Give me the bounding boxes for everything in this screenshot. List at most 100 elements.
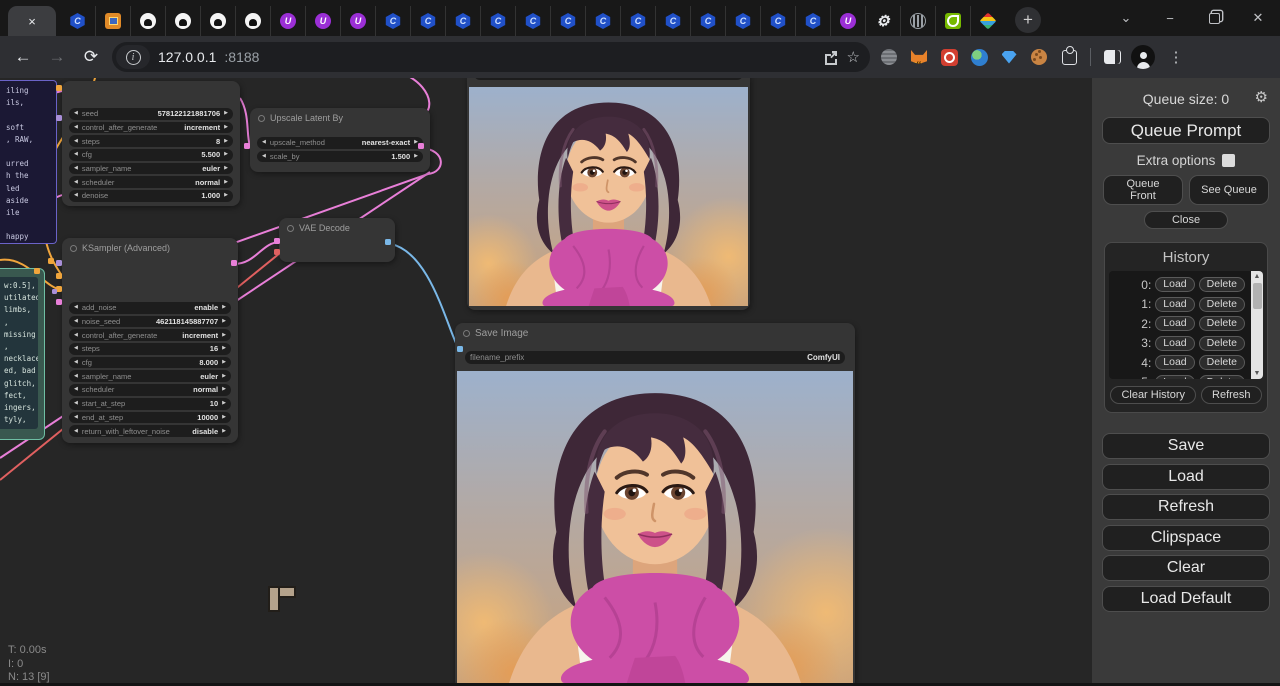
widget-control_after_generate[interactable]: ◀control_after_generateincrement▶ [69, 329, 231, 341]
port-model[interactable] [52, 289, 57, 294]
node-ksampler-advanced[interactable]: KSampler (Advanced) ◀add_noiseenable▶◀no… [62, 238, 238, 443]
widget-control_after_generate[interactable]: ◀control_after_generateincrement▶ [69, 122, 233, 134]
increment-arrow-icon[interactable]: ▶ [224, 125, 228, 130]
increment-arrow-icon[interactable]: ▶ [224, 152, 228, 157]
widget-scale_by[interactable]: ◀scale_by1.500▶ [257, 151, 423, 163]
increment-arrow-icon[interactable]: ▶ [222, 387, 226, 392]
decrement-arrow-icon[interactable]: ◀ [74, 193, 78, 198]
decrement-arrow-icon[interactable]: ◀ [74, 415, 78, 420]
node-save-image-top[interactable]: filename_prefix ComfyUI [467, 78, 750, 310]
increment-arrow-icon[interactable]: ▶ [222, 401, 226, 406]
widget-steps[interactable]: ◀steps16▶ [69, 343, 231, 355]
port-latent-output[interactable] [231, 260, 237, 266]
queue-prompt-button[interactable]: Queue Prompt [1102, 117, 1270, 144]
port-positive[interactable] [56, 273, 62, 279]
widget-return_with_leftover_noise[interactable]: ◀return_with_leftover_noisedisable▶ [69, 425, 231, 437]
extension-earth-icon[interactable] [968, 46, 990, 68]
widget-start_at_step[interactable]: ◀start_at_step10▶ [69, 398, 231, 410]
increment-arrow-icon[interactable]: ▶ [222, 374, 226, 379]
pinned-tab-github[interactable] [235, 6, 270, 36]
minimize-button[interactable]: − [1148, 0, 1192, 36]
pinned-tab-github[interactable] [200, 6, 235, 36]
pinned-tab-settings-gear[interactable] [865, 6, 900, 36]
pinned-tab-github[interactable] [130, 6, 165, 36]
group-corner-marker[interactable] [268, 586, 296, 614]
site-info-chip[interactable]: i [116, 45, 150, 69]
decrement-arrow-icon[interactable]: ◀ [74, 166, 78, 171]
widget-filename-prefix[interactable]: filename_prefix ComfyUI [465, 351, 845, 364]
port-samples-input[interactable] [244, 143, 250, 149]
port-samples[interactable] [274, 238, 280, 244]
browser-menu-icon[interactable]: ⋮ [1163, 44, 1189, 70]
settings-gear-icon[interactable]: ⚙ [1255, 88, 1268, 106]
pinned-tab-uscript[interactable] [830, 6, 865, 36]
queue-front-button[interactable]: Queue Front [1103, 175, 1183, 205]
collapse-dot-icon[interactable] [70, 245, 77, 252]
increment-arrow-icon[interactable]: ▶ [224, 166, 228, 171]
decrement-arrow-icon[interactable]: ◀ [74, 305, 78, 310]
node-upscale-latent-by[interactable]: Upscale Latent By ◀upscale_methodnearest… [250, 108, 430, 172]
collapse-dot-icon[interactable] [258, 115, 265, 122]
decrement-arrow-icon[interactable]: ◀ [74, 346, 78, 351]
collapse-dot-icon[interactable] [463, 330, 470, 337]
decrement-arrow-icon[interactable]: ◀ [74, 152, 78, 157]
scroll-up-icon[interactable]: ▲ [1251, 271, 1263, 282]
increment-arrow-icon[interactable]: ▶ [222, 333, 226, 338]
clear-history-button[interactable]: Clear History [1110, 386, 1196, 404]
history-delete-button[interactable]: Delete [1199, 355, 1245, 370]
pinned-tab-comfy[interactable] [480, 6, 515, 36]
close-window-button[interactable]: ✕ [1236, 0, 1280, 36]
new-tab-button[interactable]: + [1015, 7, 1041, 33]
port-conditioning[interactable] [34, 268, 40, 274]
negative-prompt-textarea[interactable]: w:0.5], utilated, limbs, , missing , nec… [0, 277, 38, 429]
increment-arrow-icon[interactable]: ▶ [222, 429, 226, 434]
port-images-input[interactable] [457, 346, 463, 352]
history-load-button[interactable]: Load [1155, 355, 1194, 370]
widget-noise_seed[interactable]: ◀noise_seed462118145887707▶ [69, 316, 231, 328]
history-delete-button[interactable]: Delete [1199, 375, 1245, 380]
scroll-down-icon[interactable]: ▼ [1251, 368, 1263, 379]
pinned-tab-github[interactable] [165, 6, 200, 36]
port-latent-image[interactable] [56, 299, 62, 305]
back-button[interactable]: ← [10, 44, 36, 70]
widget-sampler_name[interactable]: ◀sampler_nameeuler▶ [69, 370, 231, 382]
decrement-arrow-icon[interactable]: ◀ [74, 374, 78, 379]
pinned-tab-comfy[interactable] [690, 6, 725, 36]
decrement-arrow-icon[interactable]: ◀ [74, 387, 78, 392]
pinned-tab-comfy[interactable] [725, 6, 760, 36]
port-vae[interactable] [274, 249, 280, 255]
increment-arrow-icon[interactable]: ▶ [222, 305, 226, 310]
history-delete-button[interactable]: Delete [1199, 316, 1245, 331]
pinned-tab-comfy[interactable] [620, 6, 655, 36]
widget-upscale_method[interactable]: ◀upscale_methodnearest-exact▶ [257, 137, 423, 149]
increment-arrow-icon[interactable]: ▶ [222, 319, 226, 324]
widget-end_at_step[interactable]: ◀end_at_step10000▶ [69, 412, 231, 424]
clear-button[interactable]: Clear [1102, 555, 1270, 581]
node-ksampler[interactable]: ◀seed578122121881706▶◀control_after_gene… [62, 81, 240, 206]
history-delete-button[interactable]: Delete [1199, 297, 1245, 312]
decrement-arrow-icon[interactable]: ◀ [74, 125, 78, 130]
pinned-tab-uscript[interactable] [305, 6, 340, 36]
decrement-arrow-icon[interactable]: ◀ [262, 140, 266, 145]
extension-fox-off-icon[interactable]: off [908, 46, 930, 68]
increment-arrow-icon[interactable]: ▶ [222, 415, 226, 420]
pinned-tab-globe[interactable] [900, 6, 935, 36]
port-latent-output[interactable] [418, 143, 424, 149]
pinned-tab-comfy[interactable] [585, 6, 620, 36]
widget-cfg[interactable]: ◀cfg5.500▶ [69, 149, 233, 161]
history-load-button[interactable]: Load [1155, 375, 1194, 380]
collapse-dot-icon[interactable] [287, 225, 294, 232]
pinned-tab-comfy[interactable] [445, 6, 480, 36]
history-scrollbar[interactable]: ▲ ▼ [1251, 271, 1263, 379]
extensions-puzzle-icon[interactable] [1058, 46, 1080, 68]
pinned-tab-comfy[interactable] [410, 6, 445, 36]
node-graph-canvas[interactable]: iling ils, soft , RAW, urred h the led a… [0, 78, 1092, 686]
extension-gem-icon[interactable] [998, 46, 1020, 68]
pinned-tab-diamond[interactable] [970, 6, 1005, 36]
load-button[interactable]: Load [1102, 464, 1270, 490]
active-tab[interactable]: × [8, 6, 56, 36]
history-delete-button[interactable]: Delete [1199, 336, 1245, 351]
widget-cfg[interactable]: ◀cfg8.000▶ [69, 357, 231, 369]
close-button[interactable]: Close [1144, 211, 1228, 229]
widget-add_noise[interactable]: ◀add_noiseenable▶ [69, 302, 231, 314]
